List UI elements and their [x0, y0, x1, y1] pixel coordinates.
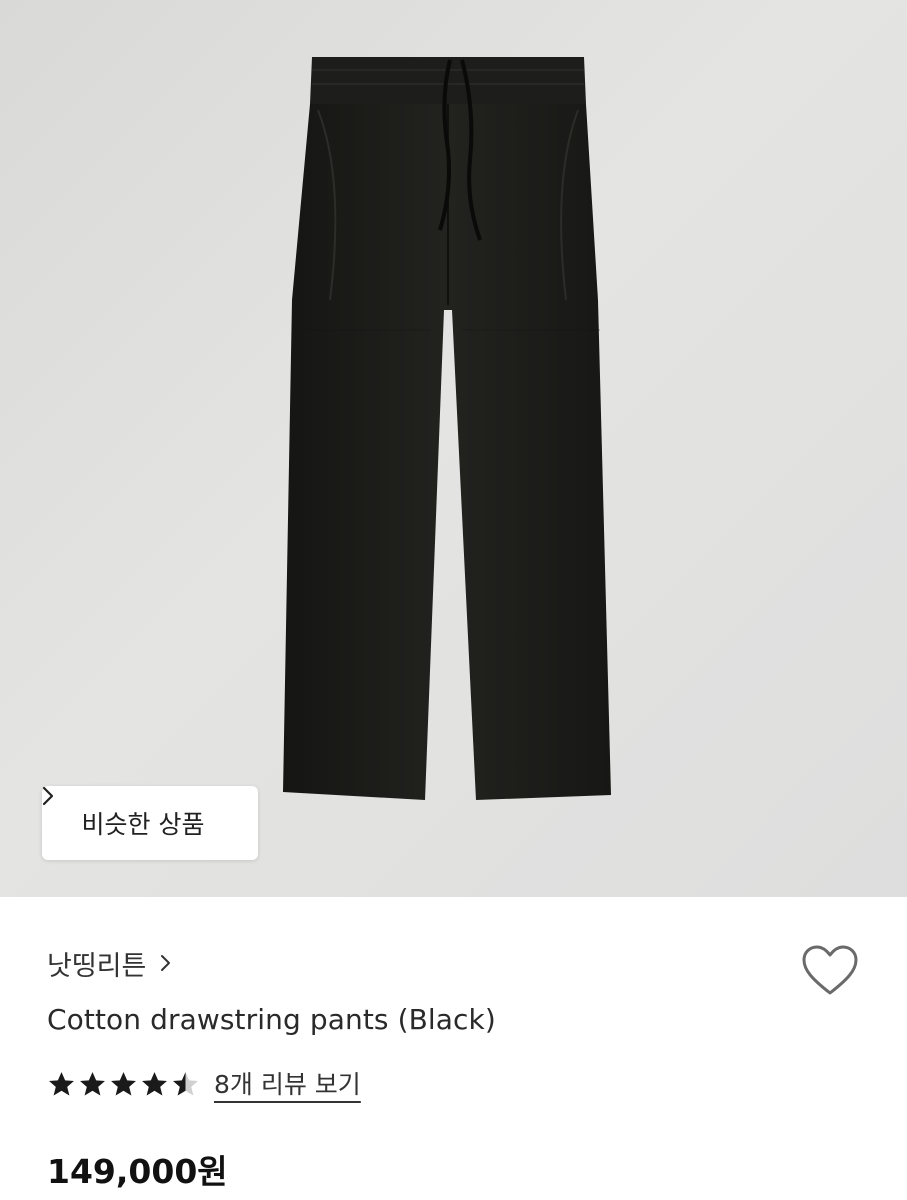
chevron-right-icon [160, 948, 171, 979]
product-image[interactable]: 비슷한 상품 [0, 0, 907, 897]
star-icon [173, 1071, 198, 1096]
reviews-link[interactable]: 8개 리뷰 보기 [214, 1065, 361, 1101]
brand-name: 낫띵리튼 [47, 951, 147, 982]
product-title: Cotton drawstring pants (Black) [47, 1003, 496, 1036]
wishlist-heart-icon[interactable] [800, 943, 860, 999]
product-price: 149,000원 [47, 1152, 228, 1191]
star-rating [47, 1070, 202, 1097]
similar-products-label: 비슷한 상품 [81, 810, 205, 839]
product-detail-page: 비슷한 상품 낫띵리튼 Cotton drawstring pants (Bla… [0, 0, 907, 1200]
star-icon [49, 1071, 74, 1096]
star-icon [111, 1071, 136, 1096]
product-info: 낫띵리튼 Cotton drawstring pants (Black) 8개 … [0, 897, 907, 1200]
star-icon [142, 1071, 167, 1096]
similar-products-button[interactable]: 비슷한 상품 [42, 786, 258, 860]
brand-link[interactable]: 낫띵리튼 [47, 944, 171, 983]
rating-row: 8개 리뷰 보기 [47, 1065, 361, 1101]
star-icon [80, 1071, 105, 1096]
pants-illustration [283, 57, 611, 800]
